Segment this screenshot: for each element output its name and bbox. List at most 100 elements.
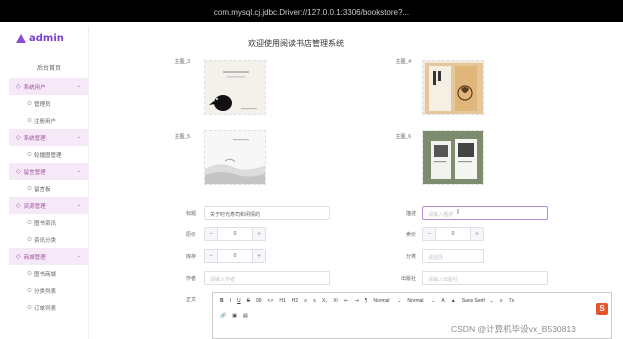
- sidebar-item-registered-users[interactable]: ⊙ 注册用户: [9, 112, 89, 129]
- text-direction-button[interactable]: ¶: [362, 296, 371, 306]
- stock-stepper[interactable]: − 0 +: [204, 249, 266, 263]
- sidebar-item-label: 留言板: [34, 186, 51, 193]
- image-icon[interactable]: ▣: [229, 311, 240, 321]
- sidebar-group-label: 系统管理: [23, 135, 46, 142]
- strikethrough-button[interactable]: S: [244, 296, 253, 306]
- description-label: 描述: [405, 211, 416, 217]
- image-upload-3[interactable]: [204, 60, 266, 115]
- align-button[interactable]: ≡: [497, 296, 506, 306]
- sidebar-group-label: 系统用户: [23, 84, 46, 91]
- author-input[interactable]: 请输入作者: [204, 271, 330, 285]
- blockquote-button[interactable]: 99: [253, 296, 265, 306]
- publisher-input[interactable]: 请输入出版社: [422, 271, 548, 285]
- chevron-down-icon: ⌄: [76, 202, 81, 208]
- circle-icon: ⊙: [27, 271, 33, 277]
- ordered-list-button[interactable]: ≡: [301, 296, 310, 306]
- image-upload-5[interactable]: [204, 130, 266, 185]
- video-icon[interactable]: ▤: [240, 311, 251, 321]
- original-price-value[interactable]: 0: [218, 231, 252, 237]
- csdn-logo-icon: S: [596, 303, 608, 315]
- increment-button[interactable]: +: [470, 228, 483, 240]
- sidebar: admin 后台首页 ◇ 系统用户 ⌄ ⊙ 管理员 ⊙ 注册用户 ◇ 系统管理 …: [9, 26, 89, 339]
- description-input[interactable]: 请输入描述 I: [422, 206, 548, 220]
- header-select[interactable]: Normal ⌄: [404, 296, 438, 306]
- sidebar-item-book-shop[interactable]: ⊙ 图书商城: [9, 265, 89, 282]
- sidebar-group-system-management[interactable]: ◇ 系统管理 ⌄: [9, 129, 89, 146]
- sale-price-stepper[interactable]: − 0 +: [422, 227, 484, 241]
- sidebar-item-carousel[interactable]: ⊙ 轮播图管理: [9, 146, 89, 163]
- clean-format-button[interactable]: Tx: [506, 296, 518, 306]
- description-placeholder: 请输入描述: [428, 212, 454, 218]
- stock-value[interactable]: 0: [218, 253, 252, 259]
- circle-icon: ⊙: [27, 152, 33, 158]
- sidebar-group-shop[interactable]: ◇ 商城管理 ⌄: [9, 248, 89, 265]
- heading2-button[interactable]: H2: [289, 296, 301, 306]
- sidebar-item-home[interactable]: 后台首页: [9, 56, 89, 78]
- body-label: 正文: [185, 297, 196, 303]
- decrement-button[interactable]: −: [423, 228, 436, 240]
- subscript-button[interactable]: X₂: [319, 296, 330, 306]
- sale-price-value[interactable]: 0: [436, 231, 470, 237]
- image-upload-4[interactable]: [422, 60, 484, 115]
- category-label: 分类: [405, 254, 416, 260]
- bullet-list-button[interactable]: ≡: [310, 296, 319, 306]
- image-label-5: 主图_5: [174, 134, 190, 140]
- outdent-button[interactable]: ⇤: [341, 296, 351, 306]
- tag-icon: ◇: [16, 135, 21, 141]
- code-block-button[interactable]: <>: [265, 296, 277, 306]
- image-upload-6[interactable]: [422, 130, 484, 185]
- heading1-button[interactable]: H1: [276, 296, 288, 306]
- tag-icon: ◇: [16, 169, 21, 175]
- author-label: 作者: [185, 276, 196, 282]
- sidebar-item-label: 图书商城: [34, 271, 57, 278]
- sidebar-item-category-list[interactable]: ⊙ 分类列表: [9, 282, 89, 299]
- sale-price-label: 卖价: [405, 232, 416, 238]
- superscript-button[interactable]: X²: [330, 296, 341, 306]
- font-color-button[interactable]: A: [438, 296, 447, 306]
- italic-button[interactable]: I: [227, 296, 234, 306]
- link-icon[interactable]: 🔗: [217, 311, 229, 321]
- background-color-button[interactable]: ▲: [448, 296, 459, 306]
- sidebar-item-label: 分类列表: [34, 288, 57, 295]
- editor-toolbar-row2: 🔗 ▣ ▤: [213, 311, 611, 321]
- sidebar-group-system-users[interactable]: ◇ 系统用户 ⌄: [9, 78, 89, 95]
- decrement-button[interactable]: −: [205, 250, 218, 262]
- underline-button[interactable]: U: [234, 296, 244, 306]
- indent-button[interactable]: ⇥: [352, 296, 362, 306]
- chevron-down-icon: ⌄: [76, 134, 81, 140]
- logo[interactable]: admin: [16, 33, 64, 44]
- increment-button[interactable]: +: [252, 228, 265, 240]
- sidebar-item-label: 注册用户: [34, 118, 57, 125]
- original-price-stepper[interactable]: − 0 +: [204, 227, 266, 241]
- chevron-down-icon: ⌄: [76, 83, 81, 89]
- sidebar-group-label: 资源管理: [23, 203, 46, 210]
- sidebar-item-admins[interactable]: ⊙ 管理员: [9, 95, 89, 112]
- sidebar-group-resources[interactable]: ◇ 资源管理 ⌄: [9, 197, 89, 214]
- sidebar-item-book-news[interactable]: ⊙ 图书资讯: [9, 214, 89, 231]
- sidebar-item-label: 图书资讯: [34, 220, 57, 227]
- circle-icon: ⊙: [27, 220, 33, 226]
- title-input[interactable]: 关于时光寿司和闲情的: [204, 206, 330, 220]
- circle-icon: ⊙: [27, 186, 33, 192]
- book-cover-green-image: [423, 131, 483, 184]
- font-select[interactable]: Sans Serif ⌄: [459, 296, 497, 306]
- chevron-down-icon: ⌄: [489, 298, 494, 304]
- bold-button[interactable]: B: [217, 296, 227, 306]
- chevron-down-icon: ⌄: [76, 168, 81, 174]
- size-select-value: Normal: [373, 298, 390, 304]
- image-label-4: 主图_4: [395, 59, 411, 65]
- tag-icon: ◇: [16, 203, 21, 209]
- size-select[interactable]: Normal ⌄: [370, 296, 404, 306]
- image-label-6: 主图_6: [395, 134, 411, 140]
- sidebar-item-order-list[interactable]: ⊙ 订单列表: [9, 299, 89, 316]
- sidebar-item-news-category[interactable]: ⊙ 资讯分类: [9, 231, 89, 248]
- header-select-value: Normal: [407, 298, 424, 304]
- increment-button[interactable]: +: [252, 250, 265, 262]
- sidebar-group-messages[interactable]: ◇ 留言管理 ⌄: [9, 163, 89, 180]
- decrement-button[interactable]: −: [205, 228, 218, 240]
- book-cover-landscape-image: [205, 131, 265, 184]
- sidebar-item-label: 轮播图管理: [34, 152, 62, 159]
- sidebar-item-message-board[interactable]: ⊙ 留言板: [9, 180, 89, 197]
- title-label: 标题: [185, 211, 196, 217]
- category-select[interactable]: 请选择: [422, 249, 484, 263]
